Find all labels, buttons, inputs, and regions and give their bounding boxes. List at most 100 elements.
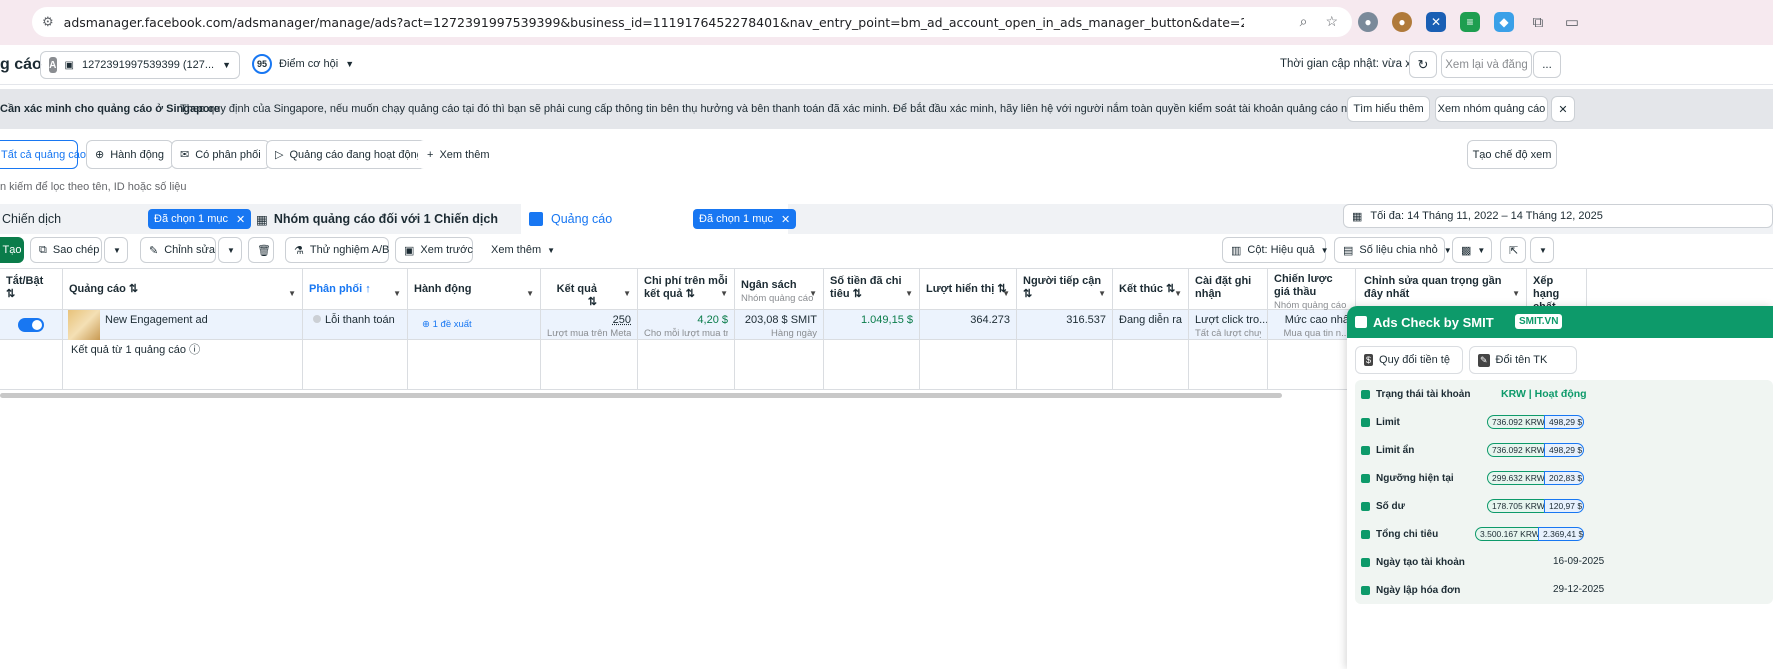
horizontal-scrollbar[interactable] [0, 393, 1282, 398]
chevron-down-icon: ▼ [1320, 245, 1329, 255]
cell-actions: ⊕ 1 đề xuất [408, 310, 541, 339]
extensions-puzzle-icon[interactable]: ⧉ [1528, 12, 1548, 32]
profile-icon[interactable]: ▭ [1562, 12, 1582, 32]
tab-adsets-label: Nhóm quảng cáo đối với 1 Chiến dịch [273, 212, 498, 226]
campaign-selected-chip[interactable]: Đã chọn 1 mục ✕ [148, 209, 252, 229]
toolbar-see-more[interactable]: Xem thêm ▼ [482, 237, 565, 263]
site-info-icon[interactable]: ⚙ [42, 14, 54, 30]
col-budget-label: Ngân sách [741, 279, 797, 291]
trash-icon: 🗑 [257, 244, 271, 257]
date-range-picker[interactable]: ▦ Tối đa: 14 Tháng 11, 2022 – 14 Tháng 1… [1343, 204, 1773, 228]
reach-value: 316.537 [1066, 314, 1106, 326]
bookmark-star-icon[interactable]: ☆ [1325, 13, 1338, 30]
col-attribution[interactable]: Cài đặt ghi nhận [1189, 269, 1268, 311]
limit-krw: 736.092 KRW [1487, 415, 1550, 429]
col-results[interactable]: Kết quả ⇅ ▼ [541, 269, 638, 311]
ad-toggle[interactable] [18, 318, 44, 332]
info-icon[interactable]: ⓘ [189, 344, 200, 356]
extension-avatar-icon[interactable]: ● [1358, 12, 1378, 32]
ad-thumbnail[interactable] [68, 310, 100, 340]
address-bar[interactable]: ⚙ adsmanager.facebook.com/adsmanager/man… [32, 7, 1352, 37]
col-recent-edits[interactable]: Chỉnh sửa quan trọng gần đây nhất ▼ [1356, 269, 1527, 311]
search-input[interactable]: n kiếm để lọc theo tên, ID hoặc số liệu [0, 181, 187, 193]
export-dropdown[interactable]: ▼ [1530, 237, 1554, 263]
extension-blue-icon[interactable]: ◆ [1494, 12, 1514, 32]
convert-currency-button[interactable]: $ Quy đổi tiền tệ [1355, 346, 1463, 374]
chevron-down-icon: ▼ [547, 245, 556, 255]
filter-actions[interactable]: ⊕ Hành động [86, 140, 174, 169]
ads-selected-chip[interactable]: Đã chọn 1 mục ✕ [693, 209, 797, 229]
total-spend-icon [1361, 529, 1370, 539]
duplicate-button[interactable]: ⧉ Sao chép [30, 237, 102, 263]
duplicate-dropdown[interactable]: ▼ [104, 237, 128, 263]
smit-ads-check-panel: Ads Check by SMIT SMIT.VN $ Quy đổi tiền… [1347, 306, 1773, 669]
edit-button[interactable]: ✎ Chỉnh sửa [140, 237, 216, 263]
col-bid[interactable]: Chiến lược giá thầu Nhóm quảng cáo [1268, 269, 1356, 311]
review-publish-button[interactable]: Xem lại và đăng [1441, 51, 1532, 78]
ads-chip-label: Đã chọn 1 mục [699, 213, 773, 225]
export-icon: ⇱ [1509, 244, 1519, 257]
col-delivery[interactable]: Phân phối ↑ ▼ [303, 269, 408, 311]
ads-icon [529, 212, 543, 226]
preview-button[interactable]: ▣ Xem trước [395, 237, 473, 263]
account-id: 1272391997539399 (127... [81, 59, 215, 71]
col-impressions[interactable]: Lượt hiển thị ⇅ ▼ [920, 269, 1017, 311]
update-time: Thời gian cập nhật: vừa xong [1280, 58, 1431, 70]
col-bid-label: Chiến lược giá thầu [1274, 273, 1333, 298]
smit-item-created: Ngày tạo tài khoản 16-09-2025 [1355, 548, 1773, 576]
results-sub: Lượt mua trên Meta [547, 328, 631, 339]
opportunity-score[interactable]: 95 Điểm cơ hội ▼ [252, 54, 354, 74]
filter-active-ads[interactable]: ▷ Quảng cáo đang hoạt động [266, 140, 432, 169]
filter-see-more[interactable]: + Xem thêm [418, 140, 499, 169]
close-icon[interactable]: ✕ [781, 213, 790, 226]
create-button[interactable]: Tạo [0, 237, 24, 263]
smit-title: Ads Check by SMIT [1373, 314, 1494, 330]
col-quality[interactable]: Xếp hạng chất lượng [1527, 269, 1587, 311]
close-banner-button[interactable]: ✕ [1551, 96, 1575, 122]
ads-manager-header: g cáo A ▣ 1272391997539399 (127... ▼ 95 … [0, 45, 1773, 85]
recommendation-link[interactable]: ⊕ 1 đề xuất [422, 319, 472, 330]
filter-all-ads[interactable]: Tất cả quảng cáo [0, 140, 86, 169]
account-selector[interactable]: A ▣ 1272391997539399 (127... ▼ [40, 51, 240, 79]
tab-adsets[interactable]: ▦ Nhóm quảng cáo đối với 1 Chiến dịch [248, 204, 516, 234]
score-label: Điểm cơ hội [279, 58, 339, 70]
reports-button[interactable]: ▩ ▼ [1452, 237, 1492, 263]
col-budget-sub: Nhóm quảng cáo [741, 293, 814, 304]
col-budget[interactable]: Ngân sách Nhóm quảng cáo ▼ [735, 269, 824, 311]
breakdown-button[interactable]: ▤ Số liệu chia nhỏ ▼ [1334, 237, 1452, 263]
col-reach[interactable]: Người tiếp cận ⇅ ▼ [1017, 269, 1113, 311]
billing-icon [1361, 585, 1370, 595]
rename-account-button[interactable]: ✎ Đổi tên TK [1469, 346, 1577, 374]
col-ends[interactable]: Kết thúc ⇅ ▼ [1113, 269, 1189, 311]
filter-actions-label: Hành động [110, 148, 165, 161]
create-view-button[interactable]: Tạo chế độ xem [1467, 140, 1557, 169]
ab-test-button[interactable]: ⚗ Thử nghiệm A/B [285, 237, 389, 263]
delete-button[interactable]: 🗑 [248, 237, 274, 263]
ad-name[interactable]: New Engagement ad [105, 314, 208, 327]
export-button[interactable]: ⇱ [1500, 237, 1526, 263]
extension-green-icon[interactable]: ≡ [1460, 12, 1480, 32]
refresh-button[interactable]: ↻ [1409, 51, 1437, 78]
col-toggle[interactable]: Tắt/Bật ⇅ [0, 269, 63, 311]
filter-delivery[interactable]: ✉ Có phân phối [171, 140, 270, 169]
more-button[interactable]: ... [1533, 51, 1561, 78]
close-icon[interactable]: ✕ [236, 213, 245, 226]
edit-dropdown[interactable]: ▼ [218, 237, 242, 263]
col-actions[interactable]: Hành động ▼ [408, 269, 541, 311]
smit-tag[interactable]: SMIT.VN [1515, 314, 1563, 329]
zoom-icon[interactable]: ⌕ [1300, 13, 1308, 30]
extension-x-icon[interactable]: ✕ [1426, 12, 1446, 32]
pencil-icon: ✎ [149, 244, 159, 257]
browser-toolbar: ⚙ adsmanager.facebook.com/adsmanager/man… [0, 0, 1773, 45]
col-spent[interactable]: Số tiền đã chi tiêu ⇅ ▼ [824, 269, 920, 311]
cookie-extension-icon[interactable]: ● [1392, 12, 1412, 32]
learn-more-button[interactable]: Tìm hiểu thêm [1347, 96, 1430, 122]
view-adsets-button[interactable]: Xem nhóm quảng cáo [1435, 96, 1548, 122]
col-ad[interactable]: Quảng cáo ⇅ ▼ [63, 269, 303, 311]
preview-icon: ▣ [404, 244, 415, 257]
columns-button[interactable]: ▥ Cột: Hiệu quả ▼ [1222, 237, 1329, 263]
report-icon: ▩ [1461, 244, 1472, 257]
col-cpr[interactable]: Chi phí trên mỗi kết quả ⇅ ▼ [638, 269, 735, 311]
summary-cell [541, 340, 638, 389]
filter-active-ads-label: Quảng cáo đang hoạt động [289, 148, 423, 161]
